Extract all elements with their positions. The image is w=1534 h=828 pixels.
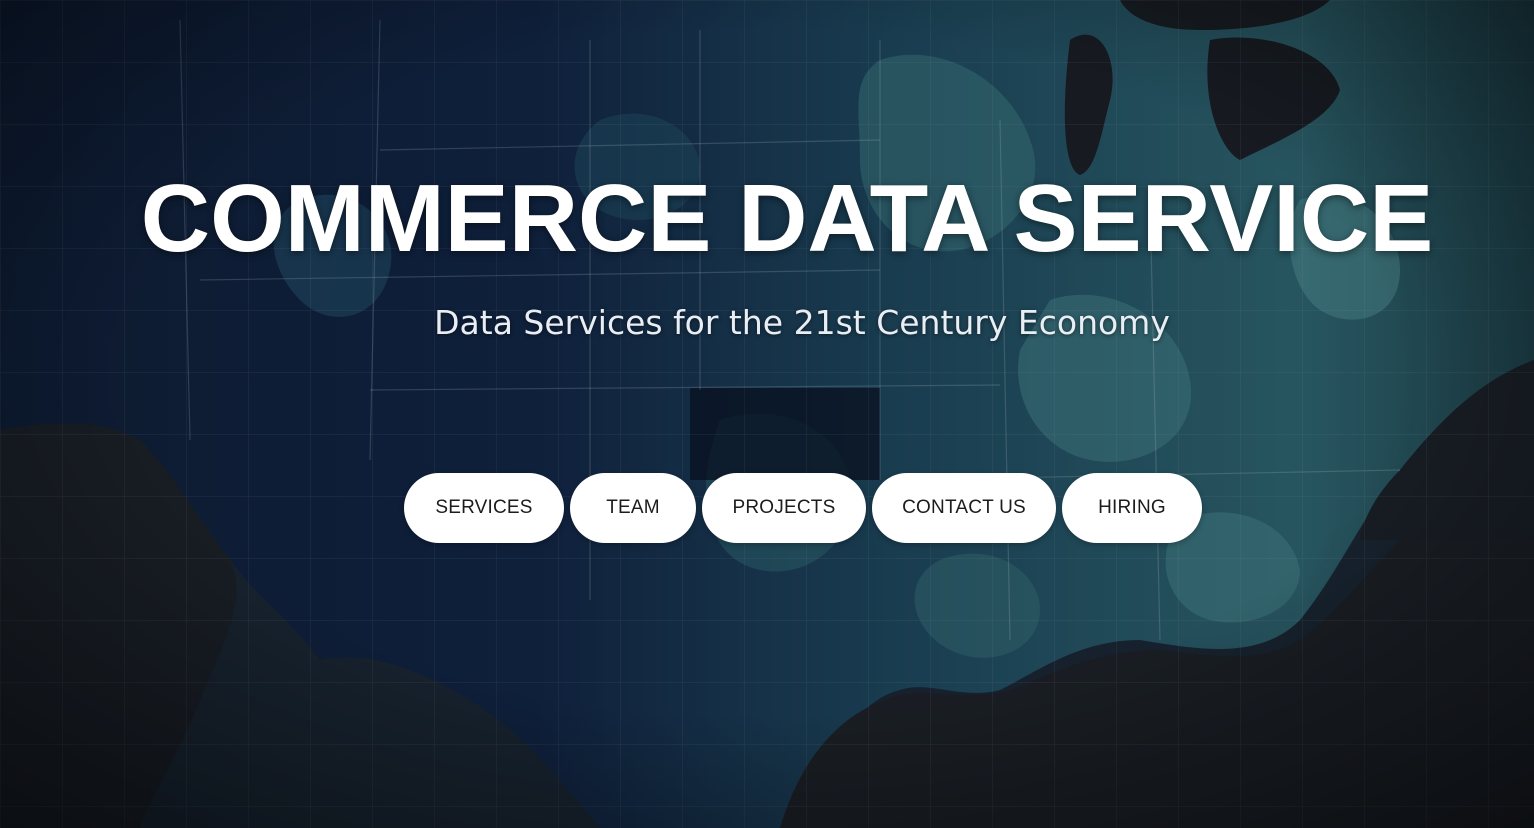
hiring-button[interactable]: HIRING (1062, 473, 1202, 543)
team-button[interactable]: TEAM (570, 473, 696, 543)
main-nav: SERVICES TEAM PROJECTS CONTACT US HIRING (404, 473, 1202, 543)
projects-button[interactable]: PROJECTS (702, 473, 866, 543)
hero-section: COMMERCE DATA SERVICE Data Services for … (0, 0, 1534, 828)
page-title: COMMERCE DATA SERVICE (140, 165, 1434, 272)
services-button[interactable]: SERVICES (404, 473, 564, 543)
page-subtitle: Data Services for the 21st Century Econo… (434, 303, 1170, 342)
us-map-background (0, 0, 1534, 828)
contact-us-button[interactable]: CONTACT US (872, 473, 1056, 543)
